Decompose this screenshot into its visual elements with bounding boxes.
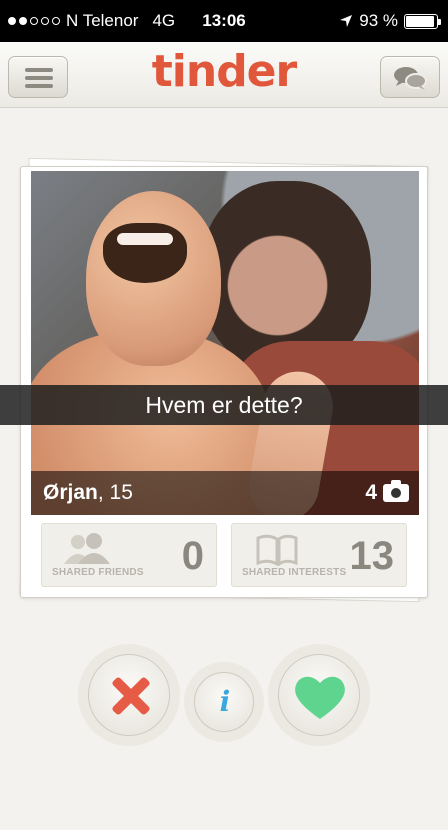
photo-caption: Hvem er dette? bbox=[0, 385, 448, 425]
status-right: 93 % bbox=[339, 11, 441, 31]
friends-icon bbox=[64, 533, 110, 564]
shared-friends-count: 0 bbox=[181, 534, 204, 578]
info-icon: i bbox=[219, 685, 231, 718]
shared-friends-label: SHARED FRIENDS bbox=[52, 567, 144, 578]
chat-bubbles-icon bbox=[394, 67, 427, 90]
nope-button[interactable] bbox=[88, 654, 170, 736]
info-button[interactable]: i bbox=[194, 672, 254, 732]
photo-count: 4 bbox=[365, 480, 409, 505]
action-buttons: i bbox=[0, 632, 448, 752]
photo-count-number: 4 bbox=[365, 481, 377, 504]
shared-interests-label: SHARED INTERESTS bbox=[242, 567, 347, 578]
heart-icon bbox=[295, 676, 345, 719]
chat-button[interactable] bbox=[380, 56, 440, 98]
status-bar: N Telenor 4G 13:06 93 % bbox=[0, 0, 448, 42]
profile-name-bar: Ørjan, 15 4 bbox=[31, 471, 419, 515]
like-button[interactable] bbox=[278, 654, 360, 736]
profile-age: , 15 bbox=[97, 481, 133, 504]
battery-percent: 93 % bbox=[359, 11, 398, 30]
profile-card[interactable]: Ørjan, 15 4 SHARED FRIENDS 0 SHARED INTE… bbox=[20, 166, 428, 598]
profile-photo[interactable] bbox=[31, 171, 419, 515]
nav-bar: tinder bbox=[0, 42, 448, 108]
shared-interests-box: SHARED INTERESTS 13 bbox=[231, 523, 407, 587]
location-arrow-icon bbox=[340, 15, 353, 27]
battery-icon bbox=[404, 13, 441, 29]
camera-icon bbox=[383, 480, 409, 502]
x-icon bbox=[109, 675, 151, 717]
shared-interests-count: 13 bbox=[349, 534, 395, 578]
profile-name-age: Ørjan, 15 bbox=[43, 481, 133, 505]
profile-name: Ørjan bbox=[43, 481, 98, 504]
shared-friends-box: SHARED FRIENDS 0 bbox=[41, 523, 217, 587]
book-icon bbox=[256, 534, 298, 566]
